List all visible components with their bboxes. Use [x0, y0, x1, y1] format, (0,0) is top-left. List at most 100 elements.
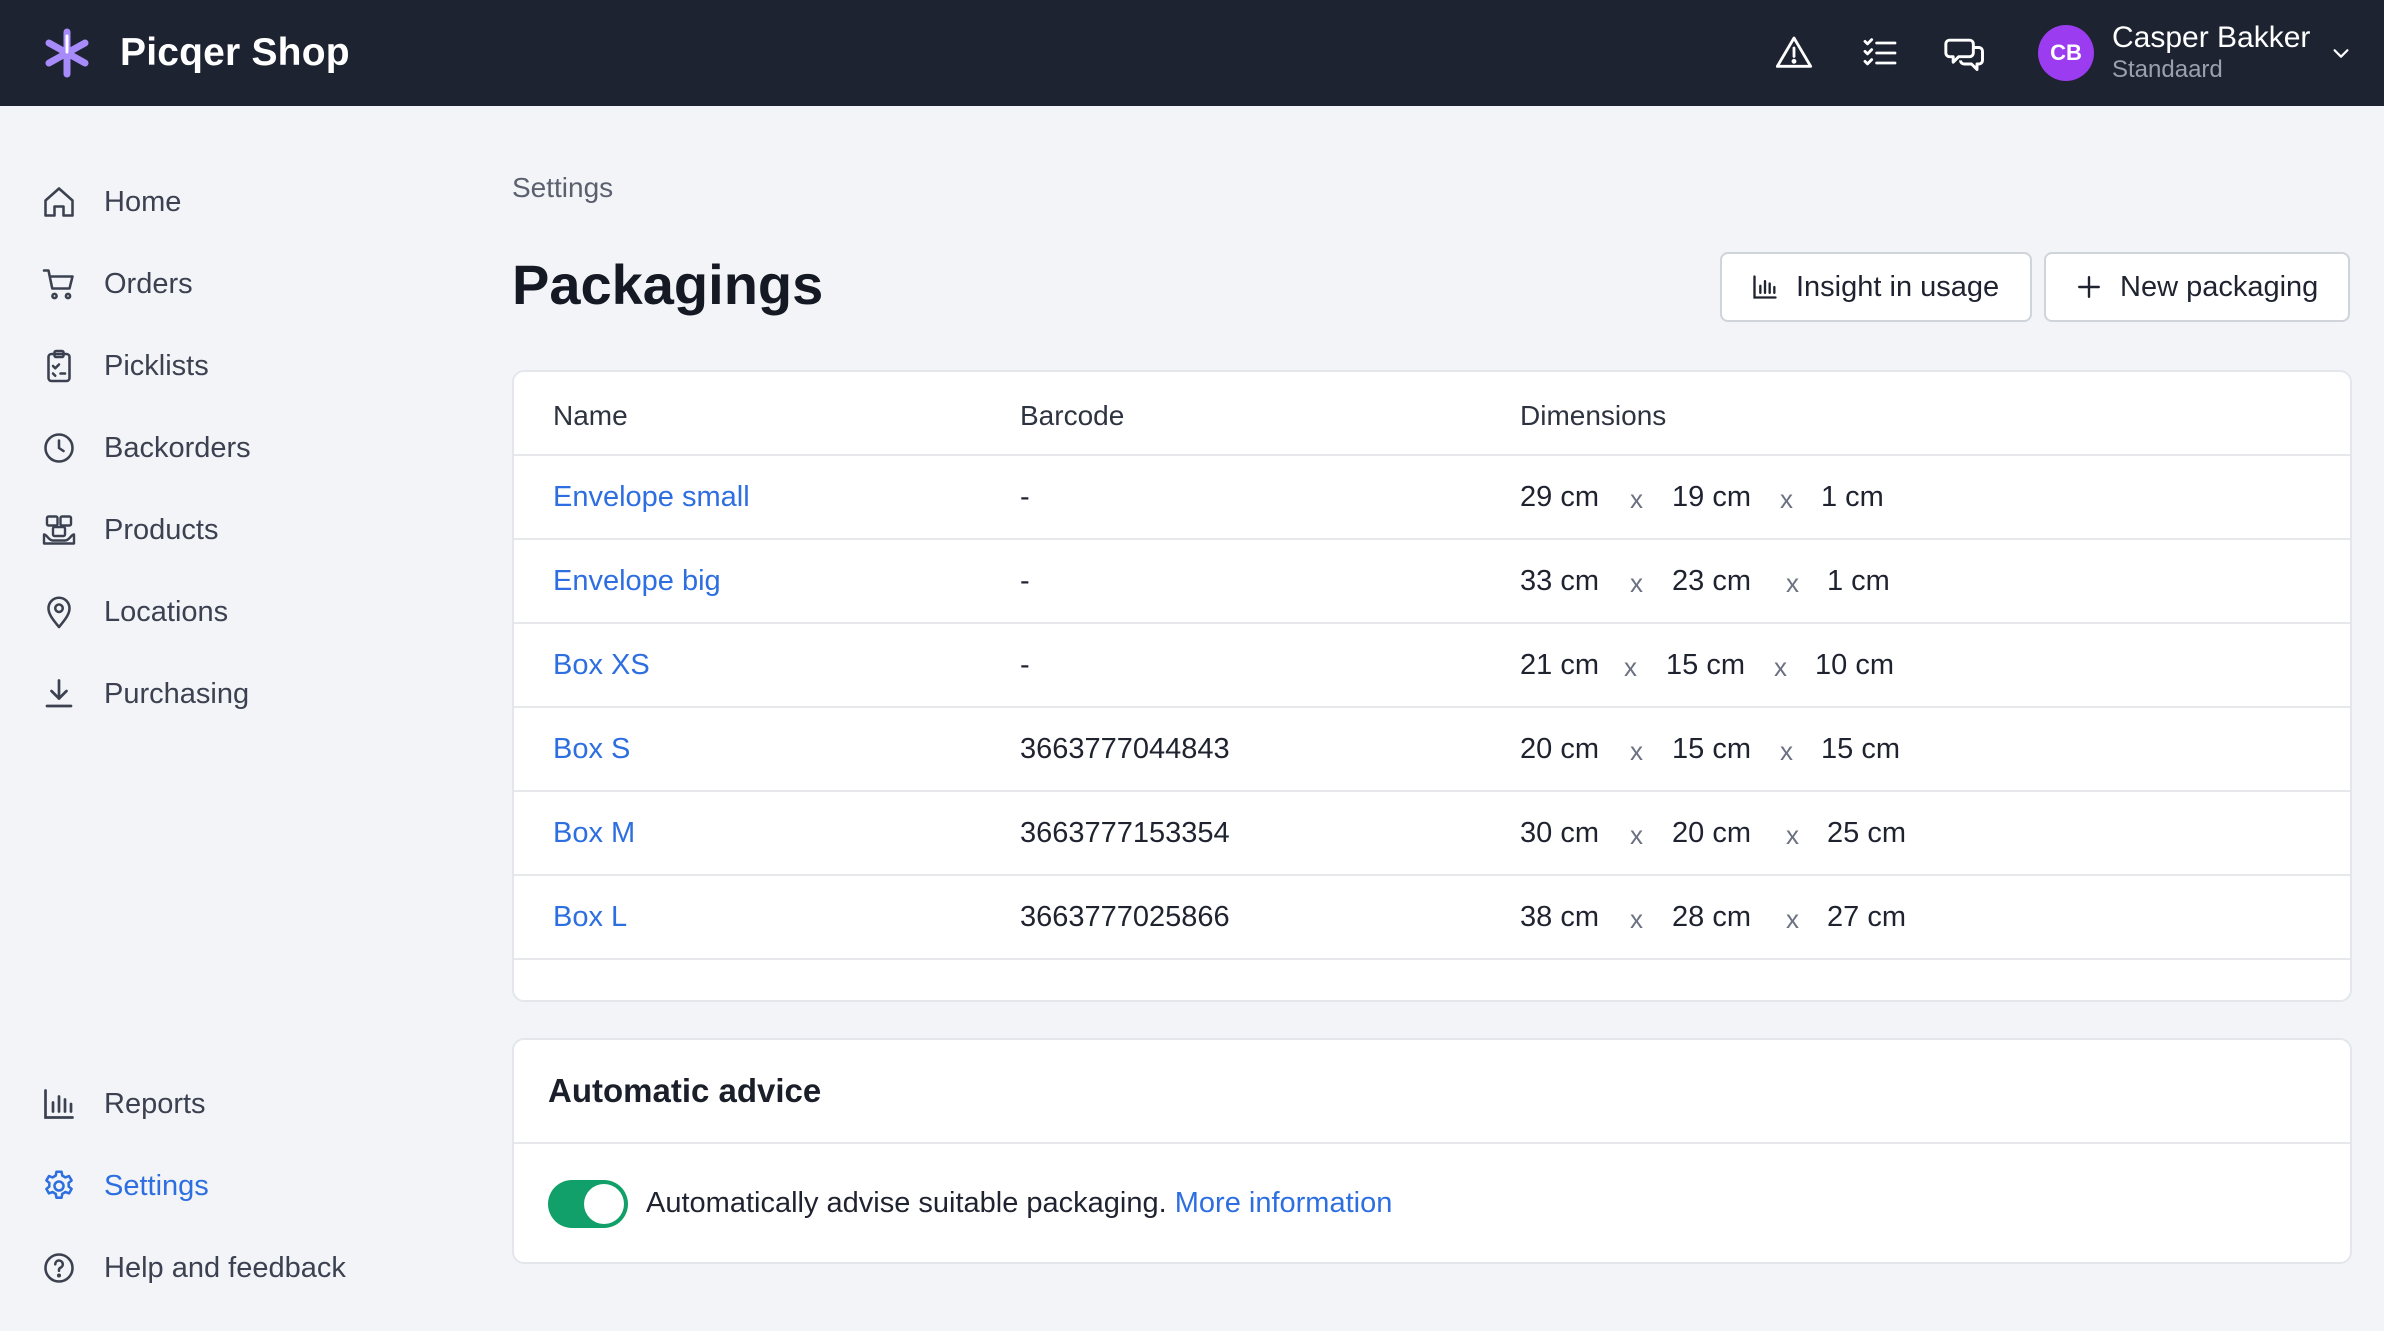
avatar: CB — [2038, 25, 2094, 81]
sidebar-item-home[interactable]: Home — [40, 172, 181, 232]
packaging-name-link[interactable]: Box M — [553, 817, 635, 850]
warning-icon[interactable] — [1772, 31, 1816, 75]
dimension-separator: x — [1630, 904, 1643, 934]
sidebar-item-locations[interactable]: Locations — [40, 582, 228, 642]
table-row[interactable]: Envelope small - 29 cm x 19 cm x 1 cm — [514, 456, 2350, 540]
advice-card-header: Automatic advice — [514, 1040, 2350, 1144]
packaging-barcode: - — [1020, 565, 1030, 597]
insight-button-label: Insight in usage — [1796, 270, 2000, 303]
packaging-height: 1 cm — [1821, 481, 1884, 513]
packaging-name-link[interactable]: Envelope small — [553, 481, 750, 514]
user-menu[interactable]: CB Casper Bakker Standaard — [2038, 0, 2352, 106]
cart-icon — [40, 265, 78, 303]
insight-in-usage-button[interactable]: Insight in usage — [1720, 252, 2032, 322]
brand[interactable]: Picqer Shop — [40, 0, 350, 106]
sidebar-item-reports[interactable]: Reports — [40, 1074, 206, 1134]
sidebar-item-help[interactable]: Help and feedback — [40, 1238, 346, 1298]
sidebar-item-label: Locations — [104, 595, 229, 628]
packaging-name-link[interactable]: Box S — [553, 733, 630, 766]
advice-description: Automatically advise suitable packaging.… — [646, 1187, 1392, 1220]
home-icon — [40, 183, 78, 221]
sidebar-item-label: Products — [104, 513, 219, 546]
chevron-down-icon — [2333, 49, 2349, 58]
chat-icon[interactable] — [1944, 31, 1988, 75]
sidebar-item-picklists[interactable]: Picklists — [40, 336, 209, 396]
packaging-length: 30 cm — [1520, 817, 1599, 849]
dimension-separator: x — [1630, 568, 1643, 598]
packaging-barcode: - — [1020, 481, 1030, 513]
column-header-dimensions[interactable]: Dimensions — [1520, 400, 1666, 432]
more-information-link[interactable]: More information — [1175, 1187, 1393, 1219]
sidebar-item-purchasing[interactable]: Purchasing — [40, 664, 249, 724]
packaging-length: 20 cm — [1520, 733, 1599, 765]
sidebar-item-label: Settings — [104, 1169, 209, 1202]
packaging-barcode: 3663777044843 — [1020, 733, 1230, 765]
clipboard-icon — [40, 347, 78, 385]
table-row[interactable]: Box S 3663777044843 20 cm x 15 cm x 15 c… — [514, 708, 2350, 792]
advice-title: Automatic advice — [548, 1072, 822, 1109]
sidebar-item-label: Backorders — [104, 431, 251, 464]
packaging-height: 27 cm — [1827, 901, 1906, 933]
sidebar-item-label: Picklists — [104, 349, 209, 382]
user-role: Standaard — [2112, 56, 2223, 83]
sidebar-item-label: Orders — [104, 267, 193, 300]
dimension-separator: x — [1630, 484, 1643, 514]
packaging-name-link[interactable]: Envelope big — [553, 565, 721, 598]
download-icon — [40, 675, 78, 713]
packaging-name-link[interactable]: Box XS — [553, 649, 650, 682]
dimension-separator: x — [1624, 652, 1637, 682]
table-row[interactable]: Box M 3663777153354 30 cm x 20 cm x 25 c… — [514, 792, 2350, 876]
bar-chart-icon — [1750, 272, 1780, 302]
packaging-height: 25 cm — [1827, 817, 1906, 849]
packaging-length: 29 cm — [1520, 481, 1599, 513]
new-packaging-button-label: New packaging — [2120, 270, 2319, 303]
bar-chart-icon — [40, 1085, 78, 1123]
packaging-barcode: 3663777025866 — [1020, 901, 1230, 933]
packaging-height: 10 cm — [1815, 649, 1894, 681]
clock-icon — [40, 429, 78, 467]
dimension-separator: x — [1630, 820, 1643, 850]
sidebar-item-backorders[interactable]: Backorders — [40, 418, 251, 478]
sidebar-item-orders[interactable]: Orders — [40, 254, 193, 314]
table-row[interactable]: Box XS - 21 cm x 15 cm x 10 cm — [514, 624, 2350, 708]
column-header-name[interactable]: Name — [553, 400, 628, 432]
packaging-name-link[interactable]: Box L — [553, 901, 627, 934]
toggle-knob — [584, 1184, 624, 1224]
table-header: Name Barcode Dimensions — [514, 372, 2350, 456]
packaging-length: 38 cm — [1520, 901, 1599, 933]
packaging-height: 1 cm — [1827, 565, 1890, 597]
dimension-separator: x — [1786, 904, 1799, 934]
packaging-width: 15 cm — [1666, 649, 1745, 681]
packaging-barcode: - — [1020, 649, 1030, 681]
sidebar-item-products[interactable]: Products — [40, 500, 218, 560]
user-name: Casper Bakker — [2112, 21, 2311, 54]
breadcrumb[interactable]: Settings — [512, 172, 613, 204]
sidebar-item-label: Reports — [104, 1087, 206, 1120]
app-name: Picqer Shop — [120, 31, 350, 74]
dimension-separator: x — [1780, 484, 1793, 514]
page-title: Packagings — [512, 253, 824, 316]
dimension-separator: x — [1786, 568, 1799, 598]
automatic-advice-toggle[interactable] — [548, 1180, 628, 1228]
dimension-separator: x — [1786, 820, 1799, 850]
advice-text: Automatically advise suitable packaging. — [646, 1187, 1167, 1219]
packaging-height: 15 cm — [1821, 733, 1900, 765]
packaging-width: 15 cm — [1672, 733, 1751, 765]
top-bar: Picqer Shop CB Casper Bakker Standaard — [0, 0, 2384, 106]
table-row[interactable]: Envelope big - 33 cm x 23 cm x 1 cm — [514, 540, 2350, 624]
packaging-width: 23 cm — [1672, 565, 1751, 597]
column-header-barcode[interactable]: Barcode — [1020, 400, 1124, 432]
new-packaging-button[interactable]: New packaging — [2044, 252, 2350, 322]
dimension-separator: x — [1774, 652, 1787, 682]
picqer-logo-icon — [45, 28, 89, 78]
automatic-advice-card: Automatic advice Automatically advise su… — [512, 1038, 2352, 1264]
checklist-icon[interactable] — [1858, 31, 1902, 75]
sidebar: Home Orders Picklists Backorders Product… — [0, 106, 480, 1331]
packaging-width: 28 cm — [1672, 901, 1751, 933]
dimension-separator: x — [1780, 736, 1793, 766]
sidebar-item-label: Purchasing — [104, 677, 250, 710]
products-icon — [40, 511, 78, 549]
packaging-length: 33 cm — [1520, 565, 1599, 597]
sidebar-item-settings[interactable]: Settings — [40, 1156, 209, 1216]
table-row[interactable]: Box L 3663777025866 38 cm x 28 cm x 27 c… — [514, 876, 2350, 960]
